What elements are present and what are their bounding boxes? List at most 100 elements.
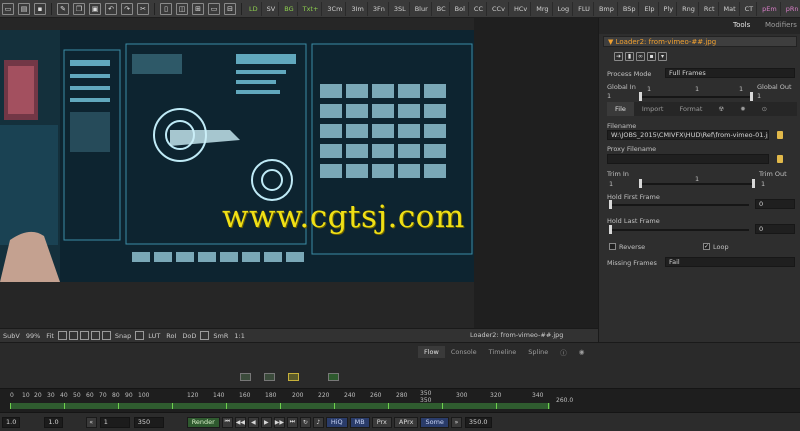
- tool-saver-button[interactable]: SV: [264, 1, 280, 16]
- tool-color-corrector-button[interactable]: CC: [471, 1, 487, 16]
- tab-format[interactable]: Format: [671, 102, 710, 116]
- flow-node-saver[interactable]: [328, 373, 339, 381]
- tab-tools[interactable]: Tools: [733, 21, 750, 29]
- fast-forward-icon[interactable]: »: [450, 416, 462, 428]
- info-icon[interactable]: ⓘ: [554, 346, 573, 358]
- hold-first-handle[interactable]: [609, 200, 612, 209]
- tool-ranges-button[interactable]: Rng: [679, 1, 699, 16]
- go-to-end-icon[interactable]: ⏭: [286, 416, 298, 428]
- tool-ellipse-button[interactable]: Elp: [641, 1, 659, 16]
- tab-flow[interactable]: Flow: [418, 346, 445, 358]
- paint-tool-icon[interactable]: [68, 331, 78, 340]
- hold-last-slider[interactable]: [609, 225, 749, 234]
- hiq-button[interactable]: HiQ: [325, 416, 348, 428]
- timeline-track[interactable]: [10, 403, 550, 409]
- loop-icon[interactable]: ↻: [299, 416, 311, 428]
- flow-node-selected[interactable]: [288, 373, 299, 381]
- layout-quad-icon[interactable]: ⊟: [224, 2, 236, 15]
- checker-icon[interactable]: [200, 331, 210, 340]
- tab-file[interactable]: File: [607, 102, 634, 116]
- browse-folder-icon[interactable]: [777, 131, 783, 139]
- viewer-image[interactable]: [0, 30, 474, 282]
- tool-log-button[interactable]: Log: [555, 1, 574, 16]
- tool-3d-font-button[interactable]: 3Fn: [370, 1, 389, 16]
- reset-icon[interactable]: ▾: [658, 51, 667, 61]
- hold-first-slider[interactable]: [609, 200, 749, 209]
- zoom-level[interactable]: 99%: [23, 332, 43, 340]
- tab-console[interactable]: Console: [445, 346, 483, 358]
- layout-single-icon[interactable]: ▯: [160, 2, 172, 15]
- tool-background-button[interactable]: BG: [281, 1, 298, 16]
- tool-3d-camera-button[interactable]: 3Cm: [324, 1, 347, 16]
- text-tool-icon[interactable]: [101, 331, 111, 340]
- pen-tool-icon[interactable]: [79, 331, 89, 340]
- color-channel-icon[interactable]: [135, 331, 145, 340]
- rewind-icon[interactable]: «: [85, 416, 97, 428]
- global-range-slider[interactable]: [639, 92, 753, 101]
- tool-3d-image-button[interactable]: 3Im: [348, 1, 368, 16]
- curve-tool-icon[interactable]: [57, 331, 67, 340]
- tool-bspline-button[interactable]: BSp: [620, 1, 640, 16]
- tab-timeline[interactable]: Timeline: [483, 346, 523, 358]
- reset-circle-icon[interactable]: ⊙: [754, 102, 775, 116]
- roi-button[interactable]: RoI: [163, 332, 179, 340]
- trim-out-handle[interactable]: [752, 179, 755, 188]
- trim-out-value[interactable]: 1: [761, 180, 765, 188]
- global-start-field[interactable]: 1.0: [2, 416, 21, 428]
- flow-node-loader[interactable]: [240, 373, 251, 381]
- settings-gear-icon[interactable]: ✹: [732, 102, 753, 116]
- tool-blur-button[interactable]: Blur: [412, 1, 432, 16]
- link-icon[interactable]: ∞: [636, 51, 645, 61]
- pencil-icon[interactable]: ✎: [57, 2, 69, 15]
- global-out-value[interactable]: 1: [757, 92, 761, 100]
- render-end-field[interactable]: 350: [133, 416, 164, 428]
- shape-tool-icon[interactable]: [90, 331, 100, 340]
- tool-bitmap-button[interactable]: Bmp: [596, 1, 618, 16]
- fit-button[interactable]: Fit: [43, 332, 57, 340]
- global-out-handle[interactable]: [750, 92, 753, 101]
- undo-icon[interactable]: ↶: [105, 2, 117, 15]
- tool-hue-curves-button[interactable]: HCv: [511, 1, 532, 16]
- cache-icon[interactable]: ▮: [625, 51, 634, 61]
- reverse-checkbox[interactable]: [609, 243, 616, 250]
- one-to-one-button[interactable]: 1:1: [231, 332, 247, 340]
- some-button[interactable]: Some: [420, 416, 449, 428]
- copy-icon[interactable]: ❐: [73, 2, 85, 15]
- layout-grid-icon[interactable]: ⊞: [192, 2, 204, 15]
- tool-flu-button[interactable]: FLU: [575, 1, 594, 16]
- process-mode-dropdown[interactable]: Full Frames: [665, 68, 795, 78]
- hold-last-field[interactable]: 0: [755, 224, 795, 234]
- tab-modifiers[interactable]: Modifiers: [765, 21, 797, 29]
- global-in-handle[interactable]: [639, 92, 642, 101]
- layout-wide-icon[interactable]: ▭: [208, 2, 220, 15]
- arrow-icon[interactable]: ➜: [614, 51, 623, 61]
- redo-icon[interactable]: ↷: [121, 2, 133, 15]
- node-header[interactable]: ▼ Loader2: from-vimeo-##.jpg: [603, 36, 797, 47]
- tool-ct-button[interactable]: CT: [742, 1, 758, 16]
- tool-loader-button[interactable]: LD: [246, 1, 262, 16]
- tool-particle-render-button[interactable]: pRn: [783, 2, 800, 16]
- aprx-button[interactable]: APrx: [393, 416, 419, 428]
- tool-3d-spotlight-button[interactable]: 3SL: [391, 1, 410, 16]
- flow-node-merge[interactable]: [264, 373, 275, 381]
- tool-brightness-contrast-button[interactable]: BC: [434, 1, 450, 16]
- missing-frames-dropdown[interactable]: Fail: [665, 257, 795, 267]
- snap-button[interactable]: Snap: [112, 332, 134, 340]
- tool-rectangle-button[interactable]: Rct: [701, 1, 719, 16]
- hold-last-handle[interactable]: [609, 225, 612, 234]
- smr-button[interactable]: SmR: [210, 332, 231, 340]
- save-icon[interactable]: ▪: [34, 2, 46, 15]
- tool-polygon-button[interactable]: Ply: [661, 1, 678, 16]
- render-button[interactable]: Render: [186, 416, 220, 428]
- current-time-field[interactable]: 1.0: [44, 416, 63, 428]
- tool-color-curves-button[interactable]: CCv: [489, 1, 509, 16]
- trim-in-handle[interactable]: [639, 179, 642, 188]
- tool-text-button[interactable]: Txt+: [300, 1, 323, 16]
- proxy-filename-field[interactable]: [607, 154, 769, 164]
- layout-split-icon[interactable]: ◫: [176, 2, 188, 15]
- step-forward-icon[interactable]: ▶▶: [273, 416, 285, 428]
- lock-icon[interactable]: ▪: [647, 51, 656, 61]
- filename-field[interactable]: W:\JOBS_2015\CMIVFX\HUD\Ref\from-vimeo-0…: [607, 130, 769, 140]
- tool-bol-button[interactable]: Bol: [452, 1, 469, 16]
- browse-proxy-folder-icon[interactable]: [777, 155, 783, 163]
